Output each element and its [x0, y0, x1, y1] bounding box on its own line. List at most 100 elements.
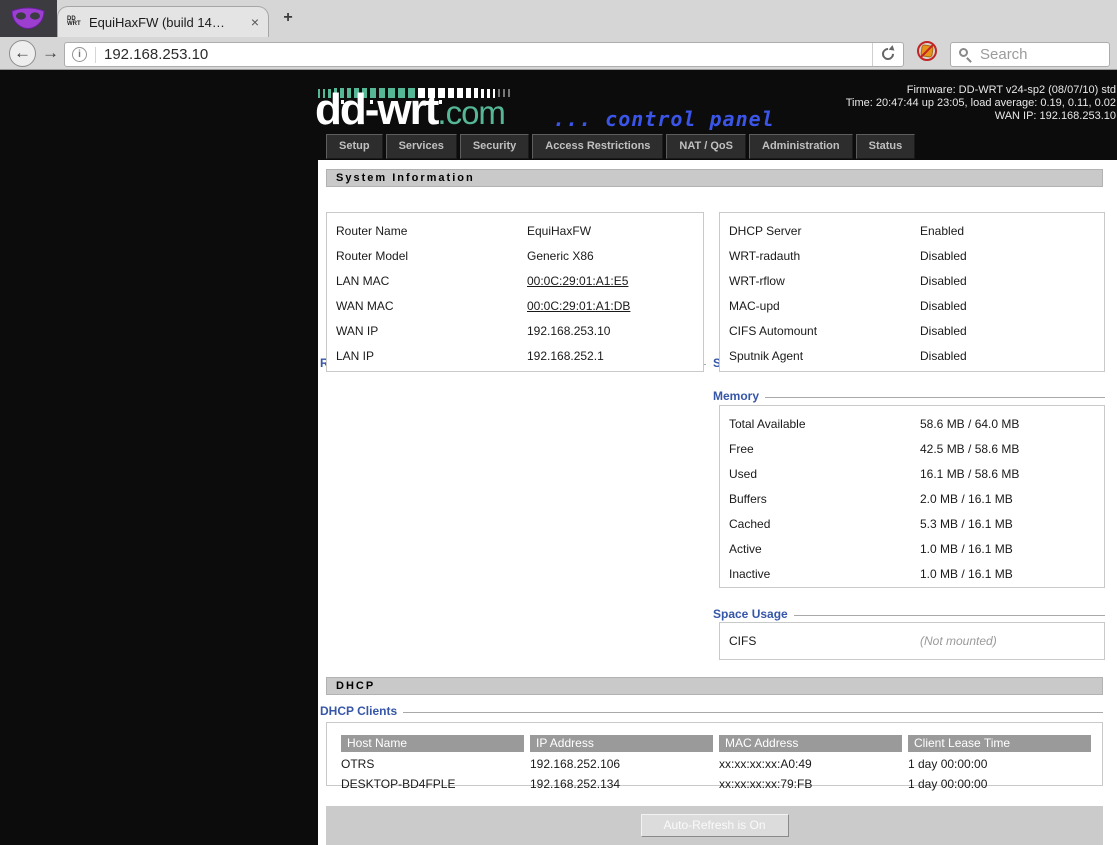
field-value: Disabled — [920, 298, 967, 313]
tab-title: EquiHaxFW (build 14… — [89, 14, 225, 30]
browser-toolbar: ← → i 192.168.253.10 Search — [0, 37, 1117, 70]
space-usage-legend: Space Usage — [713, 607, 1105, 621]
table-row: LAN IP 192.168.252.1 — [327, 343, 703, 368]
field-label: LAN MAC — [336, 273, 390, 288]
nav-tab-setup[interactable]: Setup — [326, 134, 383, 159]
field-label: Cached — [729, 516, 771, 531]
table-row: WAN IP 192.168.253.10 — [327, 318, 703, 343]
ddwrt-favicon-icon: DD WRT — [67, 16, 81, 27]
field-value: Disabled — [920, 348, 967, 363]
field-label: Active — [729, 541, 762, 556]
column-header: IP Address — [530, 735, 713, 752]
section-header-system-information: System Information — [326, 169, 1103, 187]
legend-rule — [793, 615, 1105, 616]
field-value: 16.1 MB / 58.6 MB — [920, 466, 1020, 481]
nav-tab-services[interactable]: Services — [385, 134, 457, 159]
services-table: DHCP Server Enabled WRT-radauth Disabled… — [719, 212, 1105, 372]
search-placeholder: Search — [980, 46, 1028, 63]
screen: DD WRT EquiHaxFW (build 14… × + ← → i 19… — [0, 0, 1117, 845]
new-tab-button[interactable]: + — [277, 9, 299, 31]
url-bar[interactable]: i 192.168.253.10 — [64, 42, 904, 67]
wan-ip-line: WAN IP: 192.168.253.10 — [994, 110, 1116, 122]
field-value: Disabled — [920, 323, 967, 338]
firmware-line: Firmware: DD-WRT v24-sp2 (08/07/10) std — [906, 84, 1116, 96]
forward-button[interactable]: → — [42, 43, 59, 63]
table-row: Used 16.1 MB / 58.6 MB — [720, 461, 1104, 486]
browser-tab[interactable]: DD WRT EquiHaxFW (build 14… × — [57, 6, 269, 37]
field-value: 42.5 MB / 58.6 MB — [920, 441, 1020, 456]
field-value: 1.0 MB / 16.1 MB — [920, 541, 1013, 556]
reload-icon[interactable] — [873, 43, 903, 66]
router-status-info: Firmware: DD-WRT v24-sp2 (08/07/10) std … — [846, 84, 1116, 123]
legend-rule — [765, 397, 1105, 398]
table-row: Sputnik Agent Disabled — [720, 343, 1104, 368]
host-name: OTRS — [341, 757, 375, 771]
field-label: Router Name — [336, 223, 408, 238]
table-row: CIFS (Not mounted) — [720, 628, 1104, 653]
logo-tagline: ... control panel — [553, 107, 775, 131]
table-row: LAN MAC 00:0C:29:01:A1:E5 — [327, 268, 703, 293]
field-value: Enabled — [920, 223, 965, 238]
field-value: 192.168.252.1 — [527, 348, 604, 363]
table-row: WRT-rflow Disabled — [720, 268, 1104, 293]
field-value: 2.0 MB / 16.1 MB — [920, 491, 1013, 506]
field-label: Buffers — [729, 491, 767, 506]
nav-tab-security[interactable]: Security — [459, 134, 530, 159]
router-table: Router Name EquiHaxFW Router Model Gener… — [326, 212, 704, 372]
table-row: Total Available 58.6 MB / 64.0 MB — [720, 411, 1104, 436]
page-footer: Auto-Refresh is On — [326, 806, 1103, 845]
field-label: MAC-upd — [729, 298, 780, 313]
legend-rule — [403, 712, 1103, 713]
dhcp-grid: Host Name IP Address MAC Address Client … — [341, 735, 1102, 792]
search-icon — [958, 47, 974, 63]
field-label: WAN IP — [336, 323, 379, 338]
field-label: WAN MAC — [336, 298, 394, 313]
lease-time: 1 day 00:00:00 — [908, 777, 988, 791]
auto-refresh-button[interactable]: Auto-Refresh is On — [640, 814, 789, 837]
table-row: DESKTOP-BD4FPLE 192.168.252.134 xx:xx:xx… — [341, 776, 1102, 792]
field-value: 5.3 MB / 16.1 MB — [920, 516, 1013, 531]
table-row: CIFS Automount Disabled — [720, 318, 1104, 343]
nav-tab-status[interactable]: Status — [855, 134, 916, 159]
column-header: Client Lease Time — [908, 735, 1091, 752]
time-line: Time: 20:47:44 up 23:05, load average: 0… — [845, 97, 1116, 109]
url-text[interactable]: 192.168.253.10 — [104, 46, 208, 63]
content-area: System Information Router Router Name Eq… — [318, 160, 1117, 845]
field-value: 1.0 MB / 16.1 MB — [920, 566, 1013, 581]
table-header-row: Host Name IP Address MAC Address Client … — [341, 735, 1102, 752]
divider — [95, 46, 96, 63]
column-header: Host Name — [341, 735, 524, 752]
dhcp-clients-legend: DHCP Clients — [320, 704, 1103, 718]
nav-tab-administration[interactable]: Administration — [749, 134, 853, 159]
lease-time: 1 day 00:00:00 — [908, 757, 988, 771]
back-button[interactable]: ← — [9, 40, 36, 67]
field-label: CIFS — [729, 633, 757, 648]
noscript-icon[interactable] — [917, 41, 937, 61]
memory-table: Total Available 58.6 MB / 64.0 MB Free 4… — [719, 405, 1105, 588]
section-header-dhcp: DHCP — [326, 677, 1103, 695]
table-row: WAN MAC 00:0C:29:01:A1:DB — [327, 293, 703, 318]
field-label: Total Available — [729, 416, 806, 431]
close-icon[interactable]: × — [251, 14, 259, 30]
field-label: Router Model — [336, 248, 409, 263]
nav-tab-nat-qos[interactable]: NAT / QoS — [666, 134, 746, 159]
theme-corner — [0, 0, 57, 37]
lan-mac-link[interactable]: 00:0C:29:01:A1:E5 — [527, 274, 628, 288]
mac-address: xx:xx:xx:xx:79:FB — [719, 777, 813, 791]
field-label: DHCP Server — [729, 223, 802, 238]
logo-suffix: .com — [437, 94, 506, 131]
field-value: 192.168.253.10 — [527, 323, 611, 338]
search-box[interactable]: Search — [950, 42, 1110, 67]
nav-tab-access-restrictions[interactable]: Access Restrictions — [532, 134, 664, 159]
table-row: Inactive 1.0 MB / 16.1 MB — [720, 561, 1104, 586]
table-row: Router Name EquiHaxFW — [327, 218, 703, 243]
browser-tab-bar: DD WRT EquiHaxFW (build 14… × + — [0, 0, 1117, 37]
table-row: Free 42.5 MB / 58.6 MB — [720, 436, 1104, 461]
dhcp-clients-table: Host Name IP Address MAC Address Client … — [326, 722, 1103, 791]
mask-icon — [9, 6, 47, 36]
site-info-icon[interactable]: i — [72, 47, 87, 62]
wan-mac-link[interactable]: 00:0C:29:01:A1:DB — [527, 299, 630, 313]
space-usage-table: CIFS (Not mounted) — [719, 622, 1105, 660]
logo-text: dd-wrt — [315, 85, 439, 134]
field-label: Inactive — [729, 566, 771, 581]
